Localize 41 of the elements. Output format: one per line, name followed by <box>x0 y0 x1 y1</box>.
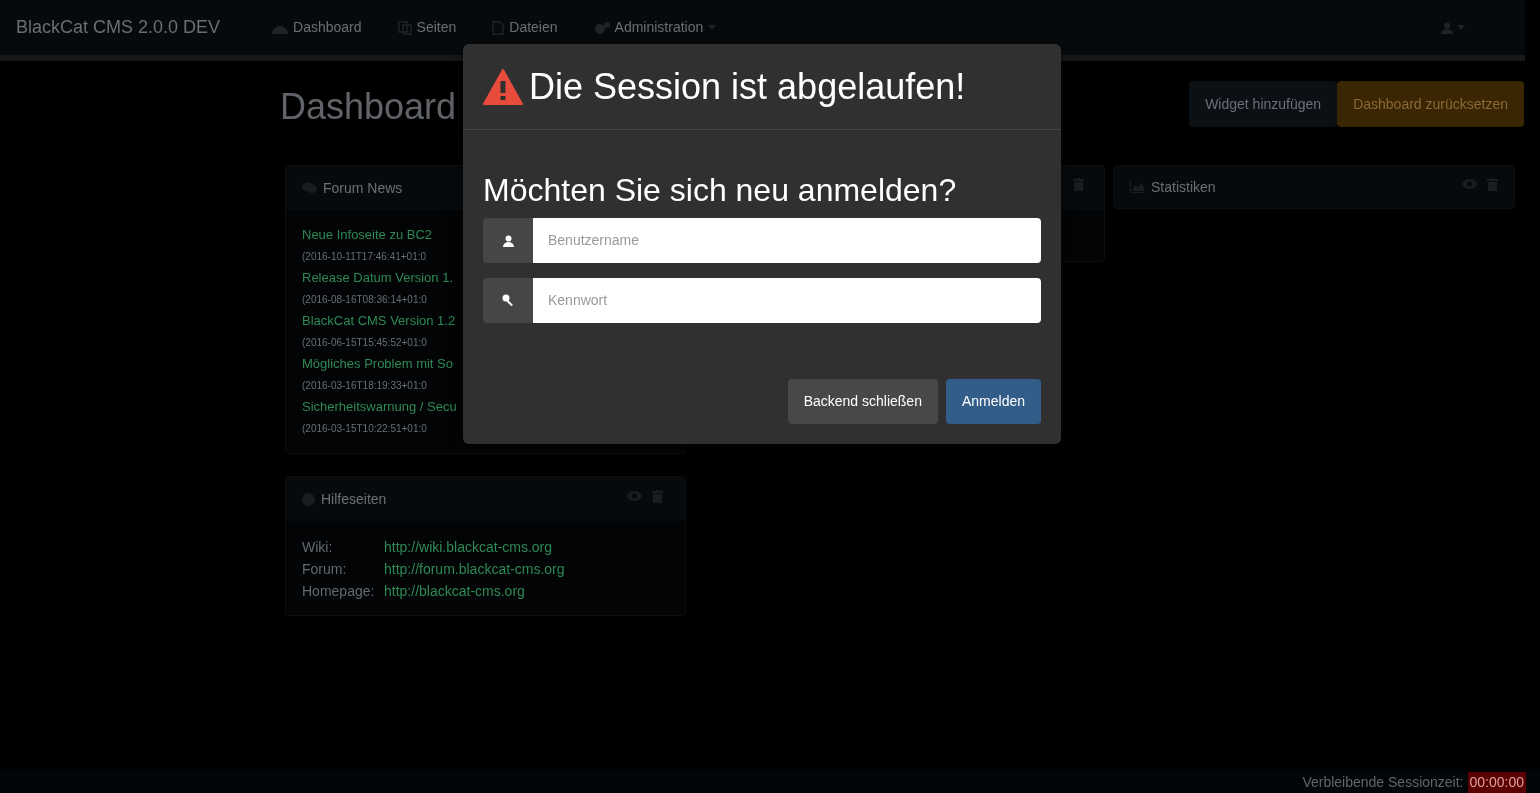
news-date: (2016-10-11T17:46:41+01:0 <box>302 250 427 264</box>
session-time-label: Verbleibende Sessionzeit: <box>1302 772 1464 792</box>
session-time: 00:00:00 <box>1467 771 1526 793</box>
warning-icon <box>483 68 523 105</box>
dialog-title: Die Session ist abgelaufen! <box>529 68 966 105</box>
news-date: (2016-03-15T10:22:51+01:0 <box>302 422 427 436</box>
user-icon <box>1441 21 1453 34</box>
brand-title[interactable]: BlackCat CMS 2.0.0 DEV <box>16 14 221 41</box>
dialog-question: Möchten Sie sich neu anmelden? <box>483 171 958 210</box>
user-menu-button[interactable] <box>1441 21 1465 34</box>
nav-link[interactable]: Seiten <box>397 17 457 38</box>
nav-link[interactable]: Administration <box>593 17 717 38</box>
nav-link[interactable]: Dashboard <box>272 17 362 38</box>
news-link[interactable]: Mögliches Problem mit So <box>302 353 453 375</box>
add-widget-button[interactable]: Widget hinzufügen <box>1189 81 1338 127</box>
news-date: (2016-06-15T15:45:52+01:0 <box>302 336 427 350</box>
help-link[interactable]: http://wiki.blackcat-cms.org <box>384 537 669 557</box>
caret-icon <box>1457 25 1465 30</box>
help-link[interactable]: http://forum.blackcat-cms.org <box>384 559 669 579</box>
link-label: Homepage: <box>302 582 376 601</box>
file-icon <box>492 20 505 35</box>
page-title: Dashboard <box>280 85 457 129</box>
news-link[interactable]: Sicherheitswarnung / Secu <box>302 396 457 418</box>
card-title: Hilfeseiten <box>321 489 387 509</box>
link-label: Wiki: <box>302 538 334 557</box>
key-icon <box>501 294 515 307</box>
help-link[interactable]: http://blackcat-cms.org <box>384 581 669 601</box>
nav-link[interactable]: Dateien <box>492 17 558 38</box>
news-link[interactable]: Release Datum Version 1. <box>302 267 454 289</box>
news-link[interactable]: BlackCat CMS Version 1.2 <box>302 310 456 332</box>
login-button[interactable]: Anmelden <box>945 379 1041 424</box>
news-link[interactable]: Neue Infoseite zu BC2 <box>302 224 433 246</box>
user-icon <box>502 234 514 247</box>
card-title: Statistiken <box>1151 177 1216 197</box>
link-label: Forum: <box>302 560 348 579</box>
card-title: Forum News <box>323 178 403 198</box>
caret-icon <box>708 25 717 30</box>
close-backend-button[interactable]: Backend schließen <box>787 379 938 424</box>
reset-dashboard-button[interactable]: Dashboard zurücksetzen <box>1337 81 1524 127</box>
news-date: (2016-08-16T08:36:14+01:0 <box>302 293 427 307</box>
news-date: (2016-03-16T18:19:33+01:0 <box>302 379 427 393</box>
